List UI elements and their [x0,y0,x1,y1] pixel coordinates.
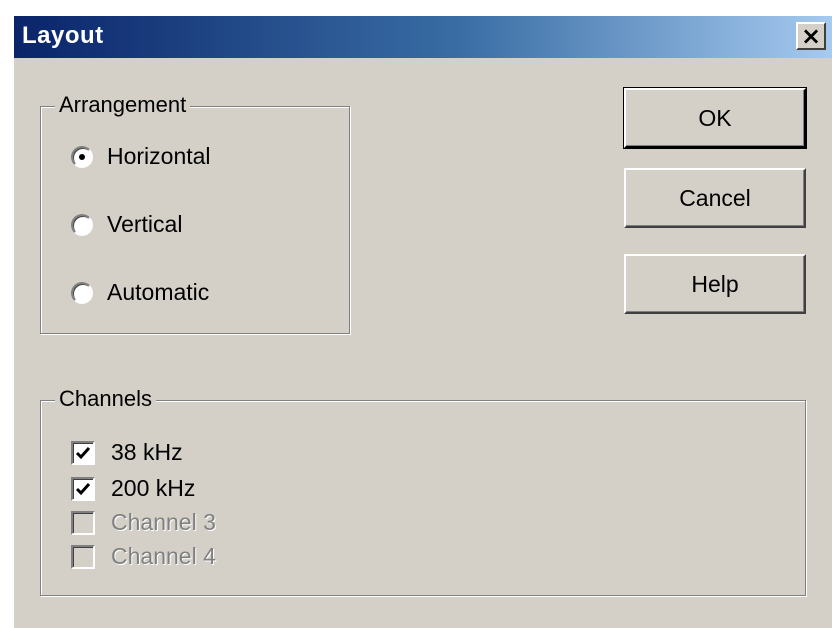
radio-label-automatic: Automatic [107,279,210,305]
checkbox-disabled [71,544,95,569]
checkbox-label-38khz: 38 kHz [111,439,183,465]
channels-legend: Channels [55,386,156,412]
cancel-button-label: Cancel [679,184,751,211]
checkbox-label-channel-3: Channel 3 [111,509,216,535]
checkbox-channel-4: Channel 4 [71,543,216,570]
checkbox-label-channel-4: Channel 4 [111,543,216,569]
title-bar[interactable]: Layout × [14,16,832,58]
checkbox-checked[interactable] [71,476,95,501]
checkbox-checked[interactable] [71,440,95,465]
channels-group: Channels 38 kHz 200 kHz Channel 3 Channe… [40,386,806,596]
radio-button-selected[interactable] [71,145,93,168]
checkbox-disabled [71,510,95,535]
checkbox-channel-3: Channel 3 [71,509,216,536]
radio-horizontal[interactable]: Horizontal [71,143,211,170]
checkmark-icon [75,446,91,459]
cancel-button[interactable]: Cancel [624,168,806,228]
help-button-label: Help [691,270,739,297]
help-button[interactable]: Help [624,254,806,314]
radio-label-horizontal: Horizontal [107,143,211,169]
window-title: Layout [22,22,104,49]
layout-dialog: Layout × Arrangement Horizontal Vertical… [12,14,832,628]
radio-button[interactable] [71,281,93,304]
close-button[interactable]: × [796,22,826,50]
ok-button[interactable]: OK [623,87,807,149]
close-icon: × [800,22,822,50]
ok-button-label: OK [698,104,732,131]
radio-automatic[interactable]: Automatic [71,279,209,306]
radio-label-vertical: Vertical [107,211,183,237]
checkbox-38khz[interactable]: 38 kHz [71,439,183,466]
arrangement-legend: Arrangement [55,92,191,118]
arrangement-group: Arrangement Horizontal Vertical Automati… [40,92,350,334]
radio-vertical[interactable]: Vertical [71,211,182,238]
checkbox-label-200khz: 200 kHz [111,475,196,501]
radio-button[interactable] [71,213,93,236]
checkmark-icon [75,482,91,495]
checkbox-200khz[interactable]: 200 kHz [71,475,195,502]
